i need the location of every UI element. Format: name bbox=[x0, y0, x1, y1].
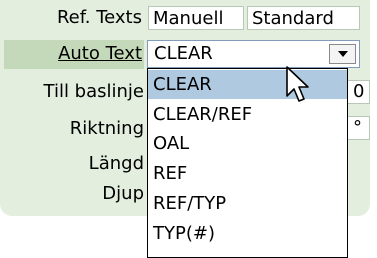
auto-text-value: CLEAR bbox=[154, 43, 213, 64]
option-ref[interactable]: REF bbox=[148, 159, 347, 188]
langd-label: Längd bbox=[88, 153, 144, 174]
ref-texts-label: Ref. Texts bbox=[56, 7, 142, 28]
standard-button[interactable]: Standard bbox=[247, 6, 360, 30]
auto-text-dropdown: CLEAR CLEAR/REF OAL REF REF/TYP TYP(#) bbox=[147, 68, 348, 258]
option-ref-typ[interactable]: REF/TYP bbox=[148, 189, 347, 218]
riktning-value: ° bbox=[353, 117, 362, 138]
option-typ[interactable]: TYP(#) bbox=[148, 219, 347, 248]
till-baslinje-value: 0 bbox=[353, 81, 365, 102]
auto-text-combobox[interactable]: CLEAR bbox=[147, 40, 360, 68]
option-clear[interactable]: CLEAR bbox=[148, 70, 347, 99]
riktning-label: Riktning bbox=[69, 118, 144, 139]
djup-label: Djup bbox=[102, 183, 144, 204]
till-baslinje-label: Till baslinje bbox=[43, 81, 145, 102]
auto-text-label[interactable]: Auto Text bbox=[8, 42, 142, 66]
option-clear-ref[interactable]: CLEAR/REF bbox=[148, 100, 347, 129]
manuell-button[interactable]: Manuell bbox=[148, 6, 244, 30]
mouse-cursor-icon bbox=[286, 66, 309, 102]
option-oal[interactable]: OAL bbox=[148, 129, 347, 158]
chevron-down-icon bbox=[337, 51, 348, 57]
dropdown-toggle-button[interactable] bbox=[329, 44, 356, 64]
